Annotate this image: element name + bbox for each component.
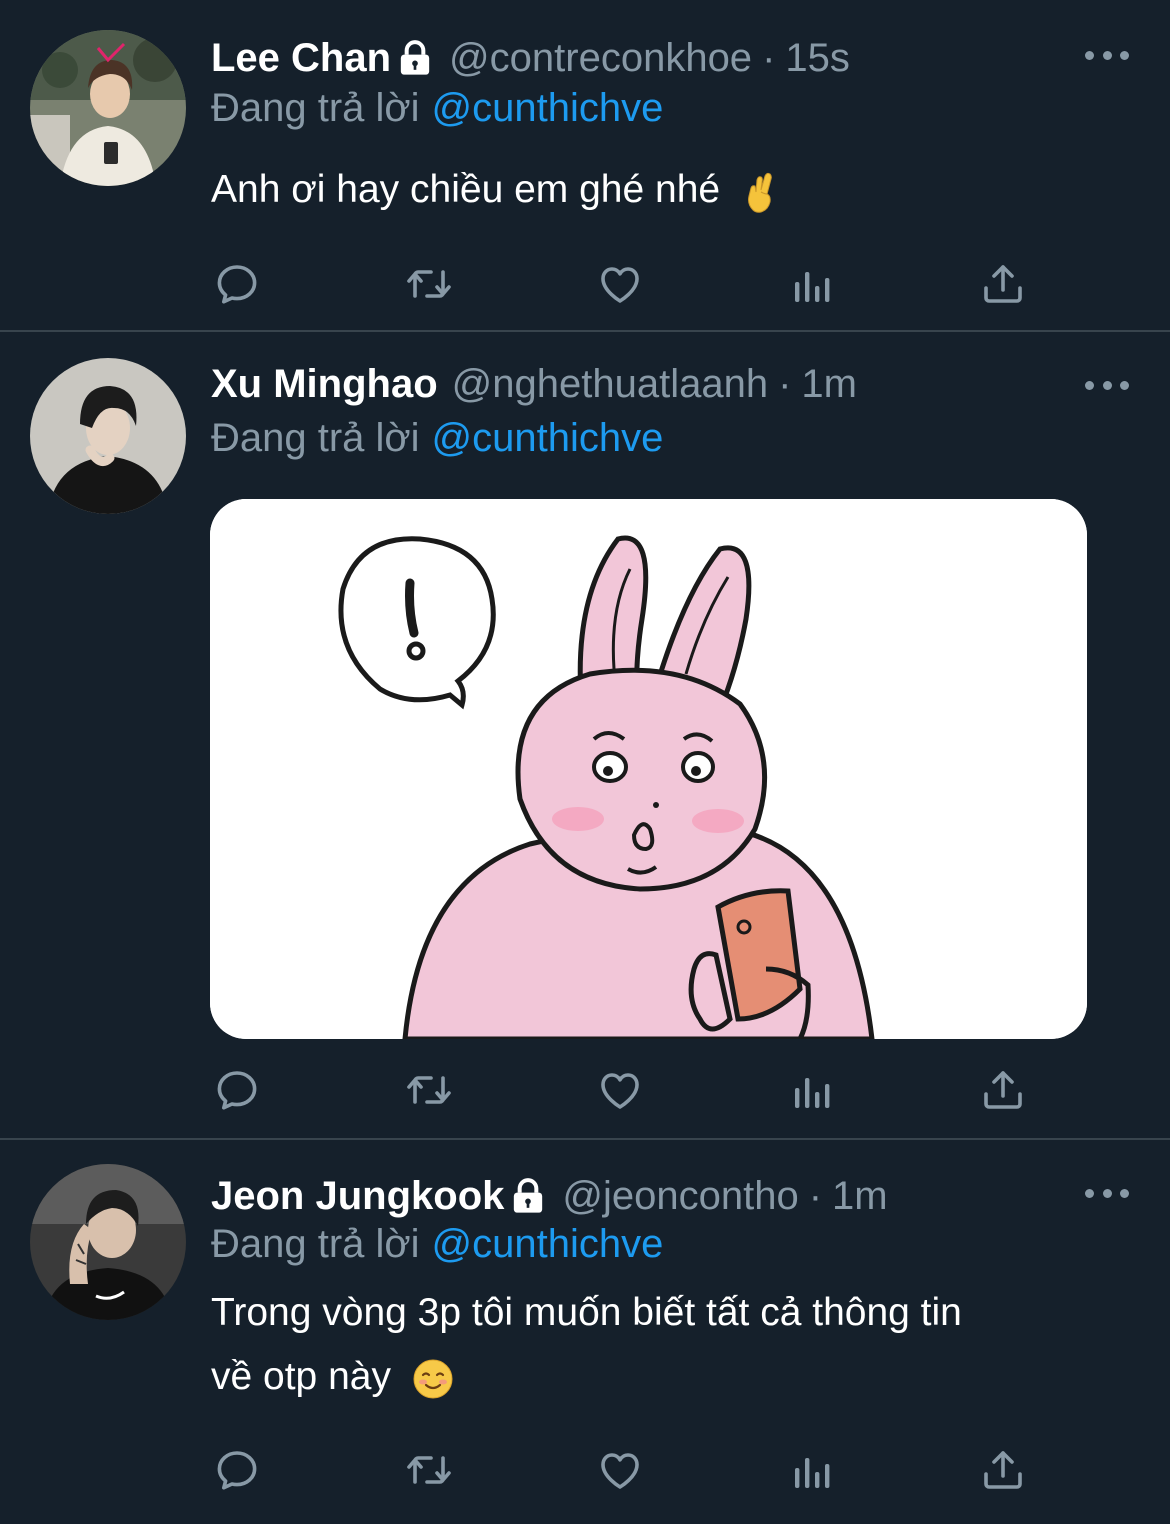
tweet-actions <box>0 1440 1170 1500</box>
reply-button[interactable] <box>207 254 267 314</box>
tweet-text-line-2-content: về otp này <box>211 1355 391 1398</box>
display-name[interactable]: Jeon Jungkook <box>211 1172 504 1220</box>
analytics-icon <box>788 1066 836 1114</box>
avatar-image <box>30 1164 186 1320</box>
reply-mention[interactable]: @cunthichve <box>432 86 664 130</box>
reply-button[interactable] <box>207 1060 267 1120</box>
reply-context: Đang trả lời @cunthichve <box>211 414 663 462</box>
avatar[interactable] <box>30 30 186 186</box>
reply-prefix: Đang trả lời <box>211 416 420 460</box>
tweet-text-content: Anh ơi hay chiều em ghé nhé <box>211 168 721 211</box>
analytics-button[interactable] <box>782 1060 842 1120</box>
reply-button[interactable] <box>207 1440 267 1500</box>
reply-icon <box>213 1446 261 1494</box>
separator: · <box>762 36 776 80</box>
user-handle[interactable]: @contreconkhoe <box>449 34 752 82</box>
like-button[interactable] <box>590 1440 650 1500</box>
smiling-face-icon <box>413 1359 453 1399</box>
display-name[interactable]: Lee Chan <box>211 34 391 82</box>
timestamp[interactable]: 15s <box>785 34 850 82</box>
user-handle[interactable]: @jeoncontho <box>562 1172 798 1220</box>
retweet-icon <box>405 1066 453 1114</box>
tweet-text: Anh ơi hay chiều em ghé nhé <box>211 158 1111 222</box>
like-icon <box>596 1446 644 1494</box>
share-button[interactable] <box>973 1440 1033 1500</box>
analytics-button[interactable] <box>782 1440 842 1500</box>
lock-icon <box>395 38 435 78</box>
tweet-header: Lee Chan @contreconkhoe · 15s <box>211 34 850 82</box>
reply-prefix: Đang trả lời <box>211 1222 420 1266</box>
like-icon <box>596 260 644 308</box>
tweet-text: Trong vòng 3p tôi muốn biết tất cả thông… <box>211 1281 1111 1409</box>
tweet-actions <box>0 1060 1170 1120</box>
analytics-button[interactable] <box>782 254 842 314</box>
share-icon <box>979 1446 1027 1494</box>
tweet-header: Jeon Jungkook @jeoncontho · 1m <box>211 1172 888 1220</box>
retweet-icon <box>405 1446 453 1494</box>
tweet-text-line-2: về otp này <box>211 1345 1111 1409</box>
avatar-image <box>30 30 186 186</box>
analytics-icon <box>788 260 836 308</box>
avatar-image <box>30 358 186 514</box>
reply-mention[interactable]: @cunthichve <box>432 1222 664 1266</box>
tweet-header: Xu Minghao @nghethuatlaanh · 1m <box>211 360 857 408</box>
share-icon <box>979 260 1027 308</box>
tweet-text-line-1: Trong vòng 3p tôi muốn biết tất cả thông… <box>211 1291 962 1334</box>
like-button[interactable] <box>590 254 650 314</box>
share-icon <box>979 1066 1027 1114</box>
avatar[interactable] <box>30 1164 186 1320</box>
bunny-sticker-image <box>210 499 1087 1039</box>
tweet-1[interactable]: Lee Chan @contreconkhoe · 15s Đang trả l… <box>0 0 1170 330</box>
reply-icon <box>213 260 261 308</box>
crossed-fingers-icon <box>747 172 772 213</box>
retweet-icon <box>405 260 453 308</box>
reply-prefix: Đang trả lời <box>211 86 420 130</box>
reply-icon <box>213 1066 261 1114</box>
like-button[interactable] <box>590 1060 650 1120</box>
share-button[interactable] <box>973 254 1033 314</box>
timestamp[interactable]: 1m <box>832 1172 888 1220</box>
tweet-media[interactable] <box>210 499 1087 1039</box>
lock-icon <box>508 1176 548 1216</box>
reply-context: Đang trả lời @cunthichve <box>211 84 663 132</box>
avatar[interactable] <box>30 358 186 514</box>
more-options-icon[interactable] <box>1085 1185 1129 1201</box>
reply-context: Đang trả lời @cunthichve <box>211 1220 663 1268</box>
like-icon <box>596 1066 644 1114</box>
display-name[interactable]: Xu Minghao <box>211 360 438 408</box>
reply-mention[interactable]: @cunthichve <box>432 416 664 460</box>
share-button[interactable] <box>973 1060 1033 1120</box>
tweet-3[interactable]: Jeon Jungkook @jeoncontho · 1m Đang trả … <box>0 1140 1170 1524</box>
separator: · <box>808 1174 823 1218</box>
more-options-icon[interactable] <box>1085 47 1129 63</box>
separator: · <box>778 362 792 406</box>
more-options-icon[interactable] <box>1085 377 1129 393</box>
analytics-icon <box>788 1446 836 1494</box>
retweet-button[interactable] <box>399 1440 459 1500</box>
user-handle[interactable]: @nghethuatlaanh <box>452 360 768 408</box>
retweet-button[interactable] <box>399 1060 459 1120</box>
retweet-button[interactable] <box>399 254 459 314</box>
tweet-actions <box>0 254 1170 314</box>
timestamp[interactable]: 1m <box>801 360 857 408</box>
tweet-2[interactable]: Xu Minghao @nghethuatlaanh · 1m Đang trả… <box>0 332 1170 1138</box>
